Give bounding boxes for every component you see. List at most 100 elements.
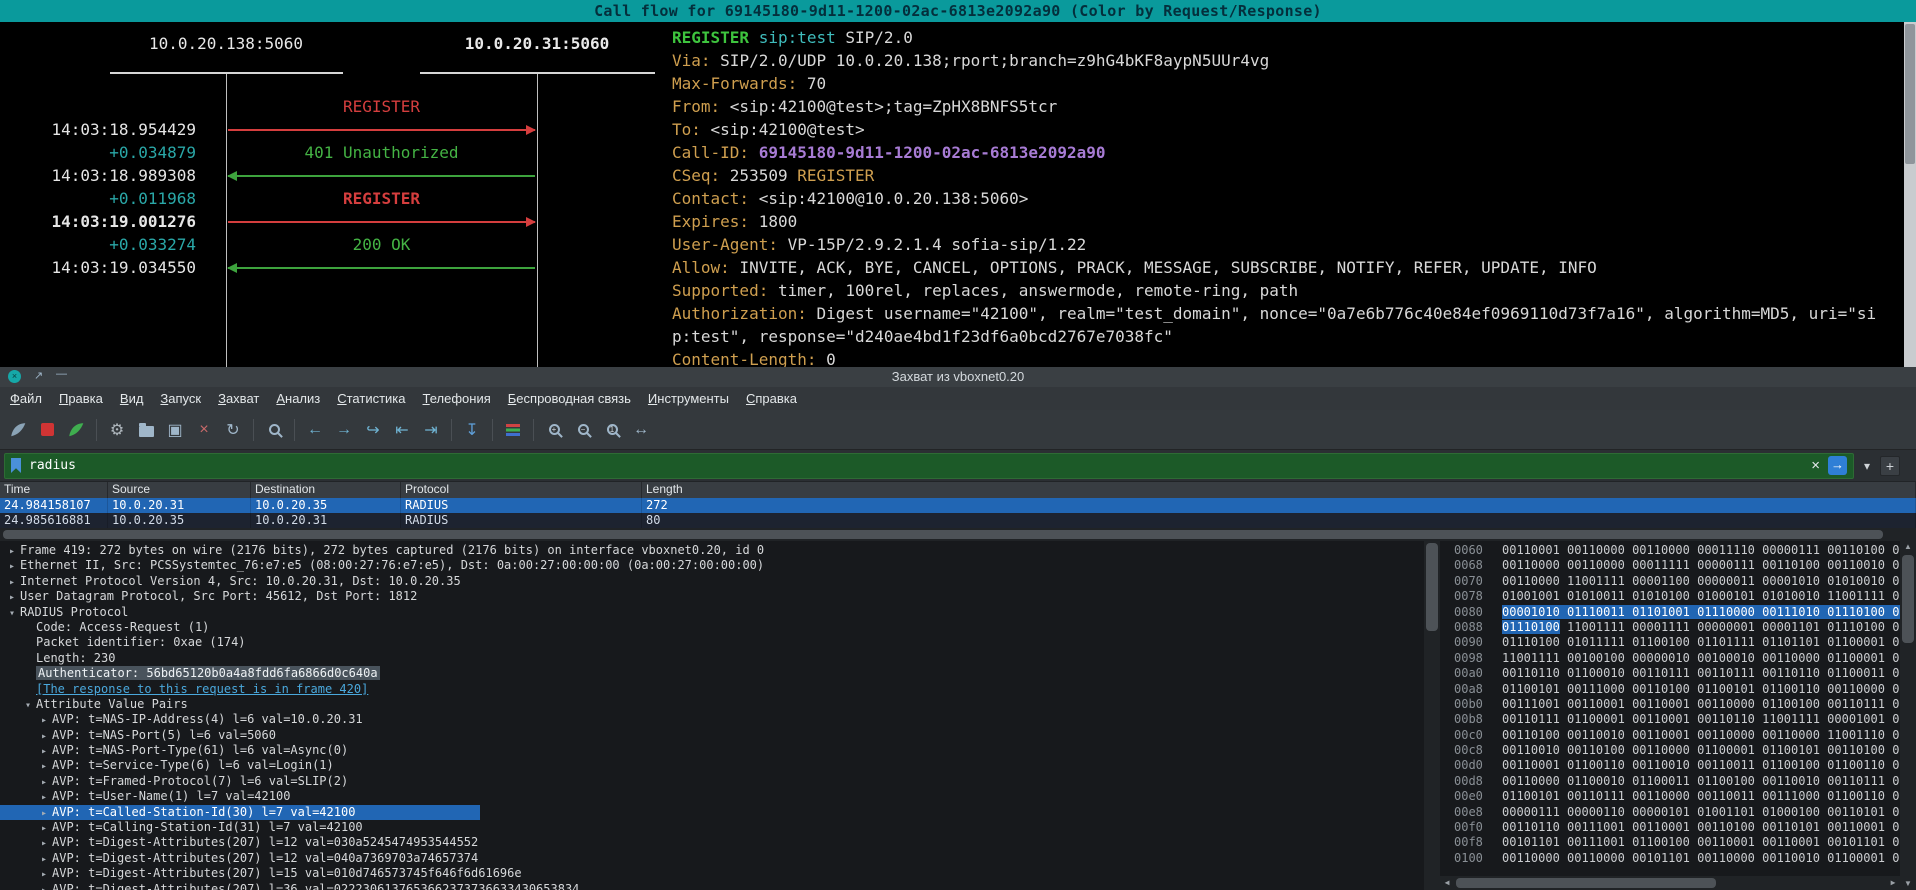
restart-capture-icon[interactable] [63,417,89,443]
expander-icon[interactable]: ▸ [36,883,52,890]
hex-row[interactable]: 010000110000 00110000 00101101 00110000 … [1454,851,1900,866]
filter-add-button[interactable] [1880,456,1900,476]
scroll-left-icon[interactable]: ◀ [1440,877,1454,889]
tree-row[interactable]: ▾RADIUS Protocol [0,605,1424,620]
hex-row[interactable]: 00e800000111 00000110 00000101 01001101 … [1454,805,1900,820]
hex-row[interactable]: 00b000111001 00110001 00110001 00110000 … [1454,697,1900,712]
start-capture-icon[interactable] [5,417,31,443]
hex-row[interactable]: 00c800110010 00110100 00110000 01100001 … [1454,743,1900,758]
tree-row[interactable]: Length: 230 [0,651,1424,666]
tree-row[interactable]: ▸AVP: t=User-Name(1) l=7 val=42100 [0,789,1424,804]
expander-icon[interactable]: ▸ [36,867,52,882]
tree-row[interactable]: ▸AVP: t=Digest-Attributes(207) l=36 val=… [0,882,1424,890]
expander-icon[interactable]: ▸ [36,790,52,805]
expander-icon[interactable]: ▸ [4,575,20,590]
zoom-reset-icon[interactable]: 1 [599,417,625,443]
go-forward-icon[interactable]: → [331,417,357,443]
resize-columns-icon[interactable]: ↔ [628,417,654,443]
tree-row[interactable]: [The response to this request is in fram… [0,682,1424,697]
callflow-scrollbar[interactable] [1904,22,1916,367]
auto-scroll-icon[interactable]: ↧ [459,417,485,443]
last-packet-icon[interactable]: ⇥ [418,417,444,443]
menu-statistics[interactable]: Статистика [337,391,405,406]
tree-row[interactable]: ▸AVP: t=NAS-Port-Type(61) l=6 val=Async(… [0,743,1424,758]
expander-icon[interactable]: ▾ [20,698,36,713]
column-header-destination[interactable]: Destination [251,482,401,498]
packet-list-scrollbar-horizontal[interactable] [0,528,1916,541]
tree-row[interactable]: Code: Access-Request (1) [0,620,1424,635]
tree-row[interactable]: ▸AVP: t=Called-Station-Id(30) l=7 val=42… [0,805,480,820]
hex-scrollbar-horizontal[interactable]: ◀ ▶ [1440,876,1900,890]
column-header-length[interactable]: Length [642,482,1916,498]
hex-row[interactable]: 007000110000 11001111 00001100 00000011 … [1454,574,1900,589]
scrollbar-thumb[interactable] [3,530,1883,539]
expander-icon[interactable]: ▸ [4,559,20,574]
menu-wireless[interactable]: Беспроводная связь [508,391,631,406]
hex-row[interactable]: 00d000110001 01100110 00110010 00110011 … [1454,758,1900,773]
scroll-up-icon[interactable]: ▲ [1900,541,1916,553]
scrollbar-track[interactable] [1454,876,1886,890]
save-file-icon[interactable]: ▣ [162,417,188,443]
tree-row[interactable]: Authenticator: 56bd65120b0a4a8fdd6fa6866… [0,666,1424,681]
menu-tools[interactable]: Инструменты [648,391,729,406]
hex-row[interactable]: 009001110100 01011111 01100100 01101111 … [1454,635,1900,650]
expander-icon[interactable]: ▸ [36,713,52,728]
hex-scrollbar-vertical[interactable]: ▲ ▼ [1900,541,1916,890]
go-to-packet-icon[interactable]: ↪ [360,417,386,443]
find-packet-icon[interactable] [261,417,287,443]
tree-row[interactable]: ▸AVP: t=Digest-Attributes(207) l=12 val=… [0,851,1424,866]
menu-go[interactable]: Запуск [160,391,201,406]
menu-file[interactable]: Файл [10,391,42,406]
scrollbar-track[interactable] [1424,541,1440,890]
tree-row[interactable]: ▸Ethernet II, Src: PCSSystemtec_76:e7:e5… [0,558,1424,573]
hex-row[interactable]: 00c000110100 00110010 00110001 00110000 … [1454,728,1900,743]
expander-icon[interactable]: ▸ [4,544,20,559]
hex-row[interactable]: 00d800110000 01100010 01100011 01100100 … [1454,774,1900,789]
menu-view[interactable]: Вид [120,391,144,406]
expander-icon[interactable]: ▸ [36,806,52,821]
hex-row[interactable]: 00e001100101 00110111 00110000 00110011 … [1454,789,1900,804]
expander-icon[interactable]: ▸ [36,729,52,744]
hex-row[interactable]: 00a000110110 01100010 00110111 00110111 … [1454,666,1900,681]
tree-row[interactable]: ▸AVP: t=Digest-Attributes(207) l=15 val=… [0,866,1424,881]
tree-row[interactable]: ▸AVP: t=Service-Type(6) l=6 val=Login(1) [0,758,1424,773]
hex-row[interactable]: 006000110001 00110000 00110000 00011110 … [1454,543,1900,558]
hex-row[interactable]: 008801110100 11001111 00001111 00000001 … [1454,620,1900,635]
menu-help[interactable]: Справка [746,391,797,406]
hex-row[interactable]: 009811001111 00100100 00000010 00100010 … [1454,651,1900,666]
first-packet-icon[interactable]: ⇤ [389,417,415,443]
colorize-icon[interactable] [500,417,526,443]
tree-row[interactable]: ▾Attribute Value Pairs [0,697,1424,712]
stop-capture-icon[interactable] [34,417,60,443]
expander-icon[interactable]: ▾ [4,606,20,621]
tree-row[interactable]: ▸AVP: t=Digest-Attributes(207) l=12 val=… [0,835,1424,850]
go-back-icon[interactable]: ← [302,417,328,443]
menu-analyze[interactable]: Анализ [276,391,320,406]
tree-row[interactable]: ▸AVP: t=NAS-Port(5) l=6 val=5060 [0,728,1424,743]
bookmark-icon[interactable] [11,458,21,473]
tree-row[interactable]: Packet identifier: 0xae (174) [0,635,1424,650]
scrollbar-thumb[interactable] [1456,878,1716,888]
packet-row[interactable]: 24.98561688110.0.20.3510.0.20.31RADIUS80 [0,513,1916,528]
tree-row[interactable]: ▸User Datagram Protocol, Src Port: 45612… [0,589,1424,604]
column-header-protocol[interactable]: Protocol [401,482,642,498]
hex-row[interactable]: 00b800110111 01100001 00110001 00110110 … [1454,712,1900,727]
tree-row[interactable]: ▸AVP: t=Framed-Protocol(7) l=6 val=SLIP(… [0,774,1424,789]
expander-icon[interactable]: ▸ [36,775,52,790]
capture-options-icon[interactable]: ⚙ [104,417,130,443]
hex-row[interactable]: 007801001001 01010011 01010100 01000101 … [1454,589,1900,604]
scroll-down-icon[interactable]: ▼ [1900,878,1916,890]
scroll-right-icon[interactable]: ▶ [1886,877,1900,889]
hex-row[interactable]: 00f000110110 00111001 00110001 00110100 … [1454,820,1900,835]
column-header-source[interactable]: Source [108,482,251,498]
packet-row[interactable]: 24.98415810710.0.20.3110.0.20.35RADIUS27… [0,498,1916,513]
close-file-icon[interactable]: × [191,417,217,443]
hex-row[interactable]: 006800110000 00110000 00011111 00000111 … [1454,558,1900,573]
scrollbar-thumb[interactable] [1905,24,1915,164]
scrollbar-track[interactable] [1900,553,1916,878]
expander-icon[interactable]: ▸ [36,821,52,836]
tree-row[interactable]: ▸AVP: t=Calling-Station-Id(31) l=7 val=4… [0,820,1424,835]
detail-scrollbar-vertical[interactable] [1424,541,1440,890]
hex-row[interactable]: 00a801100101 00111000 00110100 01100101 … [1454,682,1900,697]
filter-dropdown-icon[interactable] [1860,459,1874,473]
